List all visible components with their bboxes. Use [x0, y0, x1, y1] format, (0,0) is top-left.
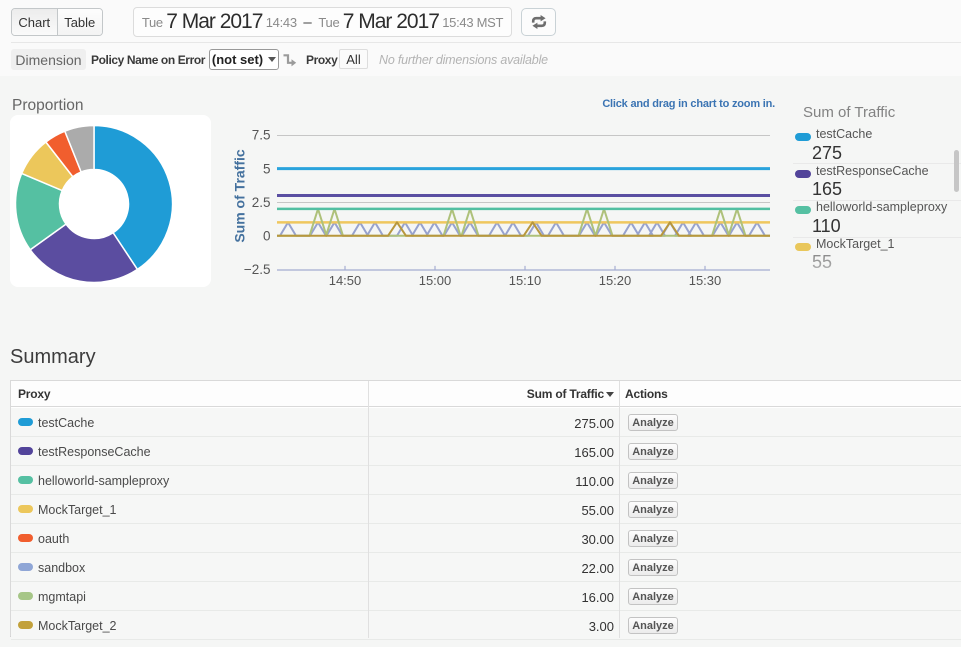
svg-text:7.5: 7.5 [252, 128, 271, 143]
svg-text:−2.5: −2.5 [244, 262, 271, 277]
svg-text:15:30: 15:30 [689, 273, 722, 288]
svg-text:Sum of Traffic: Sum of Traffic [232, 149, 248, 243]
svg-text:14:50: 14:50 [329, 273, 362, 288]
svg-text:15:10: 15:10 [509, 273, 542, 288]
svg-text:15:00: 15:00 [419, 273, 452, 288]
svg-text:5: 5 [263, 161, 271, 176]
svg-text:15:20: 15:20 [599, 273, 632, 288]
svg-text:2.5: 2.5 [252, 195, 271, 210]
svg-text:0: 0 [263, 229, 271, 244]
